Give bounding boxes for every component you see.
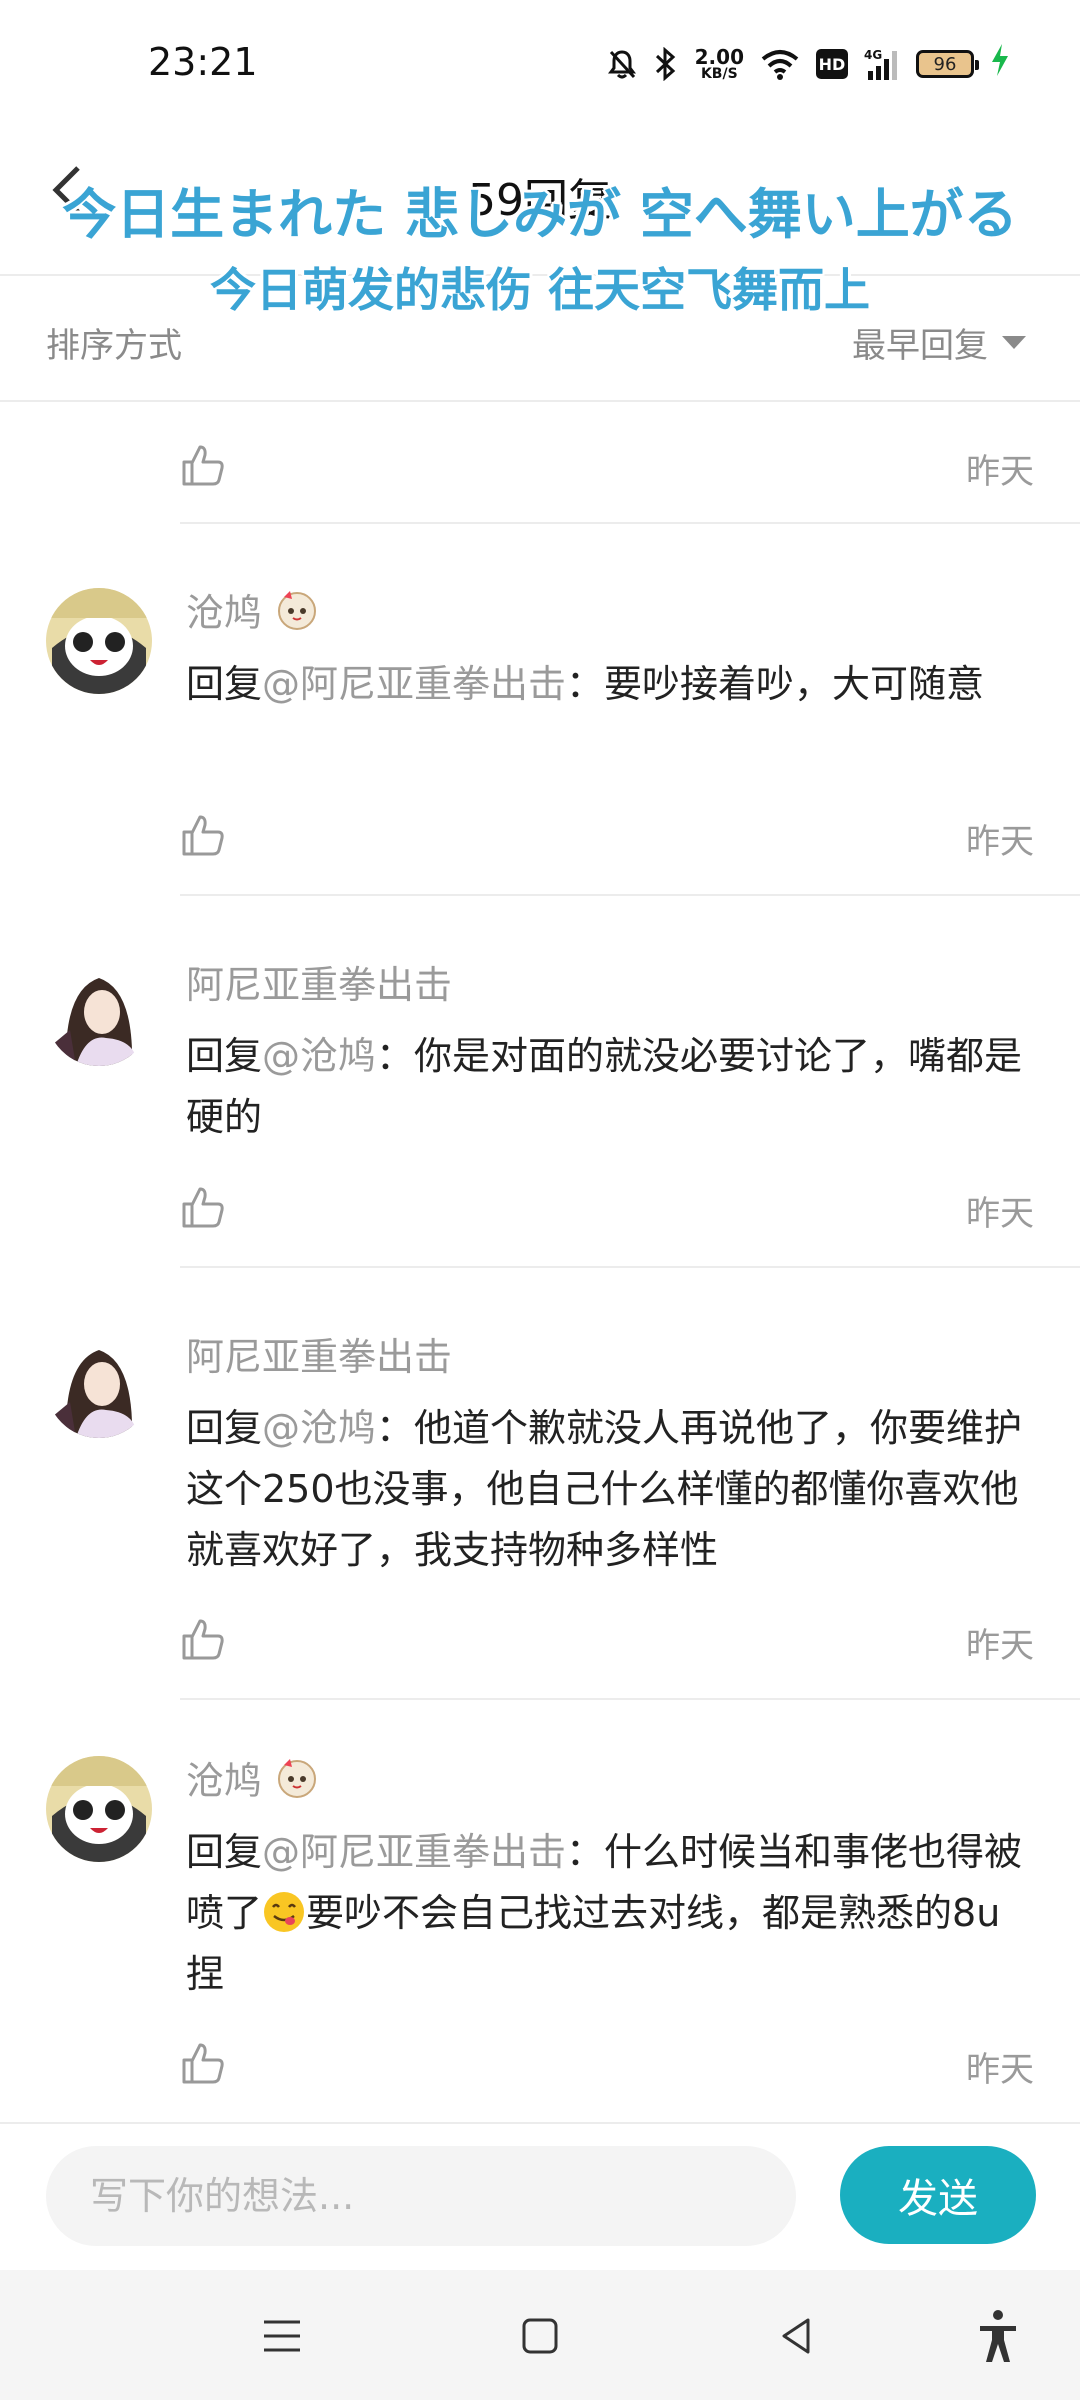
mention-link[interactable]: @沧鸠 [262,1034,376,1078]
avatar-image-icon [46,588,152,694]
svg-text:4G: 4G [864,48,882,62]
comment-date: 昨天 [966,2050,1034,2090]
sticker-badge-icon [278,590,317,630]
status-time: 23:21 [148,40,258,84]
back-nav-button[interactable] [768,2306,828,2366]
comment-date: 昨天 [966,452,1034,492]
like-button[interactable] [180,442,226,488]
comment-item: 阿尼亚重拳出击 回复@沧鸠：他道个歉就没人再说他了，你要维护这个250也没事，他… [0,1268,1080,1700]
thumbs-up-icon [182,445,224,486]
comment-item: 沧鸠 回复@阿尼亚重拳出击：要吵接着吵，大可随意 昨天 [0,524,1080,896]
avatar[interactable] [46,588,152,694]
battery-level: 96 [933,53,957,75]
username: 沧鸠 [186,1759,263,1803]
comment-date: 昨天 [966,1194,1034,1234]
avatar-image-icon [46,1332,152,1438]
wifi-icon [760,48,800,80]
status-bar: 23:21 2.00 KB/S HD 4G 96 [0,0,1080,130]
net-speed-unit: KB/S [700,66,738,82]
avatar[interactable] [46,1756,152,1862]
comment-item: 阿尼亚重拳出击 回复@沧鸠：你是对面的就没必要讨论了，嘴都是硬的 昨天 [0,896,1080,1268]
square-home-icon [522,2318,558,2354]
like-button[interactable] [180,1184,226,1230]
net-speed-value: 2.00 [694,45,744,69]
sort-dropdown[interactable]: 最早回复 [852,318,1026,367]
avatar[interactable] [46,960,152,1066]
comment-author[interactable]: 沧鸠 [186,582,320,637]
signal-icon: 4G [864,47,900,81]
reply-prefix: 回复 [186,1830,263,1874]
comment-item: 沧鸠 回复@阿尼亚重拳出击：什么时候当和事佬也得被喷了 要吵不会自己找过去对线，都… [0,1700,1080,2120]
avatar[interactable] [46,1332,152,1438]
username: 沧鸠 [186,591,263,635]
comment-body: 回复@沧鸠：他道个歉就没人再说他了，你要维护这个250也没事，他自己什么样懂的都… [186,1398,1026,1581]
reply-prefix: 回复 [186,1406,263,1450]
caret-down-icon [1002,336,1026,349]
menu-icon [264,2320,300,2352]
thumbs-up-icon [182,2043,224,2084]
comment-author[interactable]: 阿尼亚重拳出击 [186,954,452,1009]
reply-prefix: 回复 [186,1034,263,1078]
mute-bell-icon [607,48,637,80]
comment-text: ：要吵接着吵，大可随意 [566,662,985,706]
home-button[interactable] [510,2306,570,2366]
comment-input[interactable] [46,2146,796,2246]
comment-body: 回复@沧鸠：你是对面的就没必要讨论了，嘴都是硬的 [186,1026,1026,1148]
comment-input-bar: 发送 [0,2122,1080,2270]
comment-item: 昨天 [0,402,1080,524]
thumbs-up-icon [182,815,224,856]
username: 阿尼亚重拳出击 [186,963,453,1007]
lyric-overlay-line1: 今日生まれた 悲しみが 空へ舞い上がる [62,183,1018,246]
avatar-image-icon [46,960,152,1066]
comment-body: 回复@阿尼亚重拳出击：要吵接着吵，大可随意 [186,654,1026,715]
yum-emoji-icon [264,1892,305,1932]
sort-label: 排序方式 [46,326,182,366]
mention-link[interactable]: @阿尼亚重拳出击 [262,662,566,706]
net-speed: 2.00 KB/S [695,47,744,81]
lyric-overlay-line2: 今日萌发的悲伤 往天空飞舞而上 [209,263,870,317]
like-button[interactable] [180,812,226,858]
comment-text: 要吵不会自己找过去对线，都是熟悉的8u捏 [186,1891,1001,1996]
comment-date: 昨天 [966,1626,1034,1666]
thumbs-up-icon [182,1187,224,1228]
triangle-back-icon [782,2318,810,2354]
comment-date: 昨天 [966,822,1034,862]
top-app-bar: 59回复 今日生まれた 悲しみが 空へ舞い上がる 今日萌发的悲伤 往天空飞舞而上 [0,130,1080,317]
status-icons: 2.00 KB/S HD 4G 96 [607,44,1010,84]
sticker-badge-icon [278,1758,317,1798]
send-button[interactable]: 发送 [840,2146,1036,2244]
like-button[interactable] [180,2040,226,2086]
battery-icon: 96 [916,50,979,78]
charging-icon [990,44,1010,84]
hd-icon: HD [816,49,848,79]
accessibility-icon [980,2310,1016,2362]
system-nav-bar [0,2270,1080,2400]
reply-prefix: 回复 [186,662,263,706]
avatar-image-icon [46,1756,152,1862]
comment-author[interactable]: 阿尼亚重拳出击 [186,1326,452,1381]
comment-body: 回复@阿尼亚重拳出击：什么时候当和事佬也得被喷了 要吵不会自己找过去对线，都是熟悉… [186,1822,1026,2005]
username: 阿尼亚重拳出击 [186,1335,453,1379]
menu-button[interactable] [252,2306,312,2366]
accessibility-button[interactable] [968,2306,1028,2366]
mention-link[interactable]: @沧鸠 [262,1406,376,1450]
bluetooth-icon [653,47,679,81]
sort-value: 最早回复 [852,326,988,366]
mention-link[interactable]: @阿尼亚重拳出击 [262,1830,566,1874]
like-button[interactable] [180,1616,226,1662]
comment-author[interactable]: 沧鸠 [186,1750,320,1805]
thumbs-up-icon [182,1619,224,1660]
